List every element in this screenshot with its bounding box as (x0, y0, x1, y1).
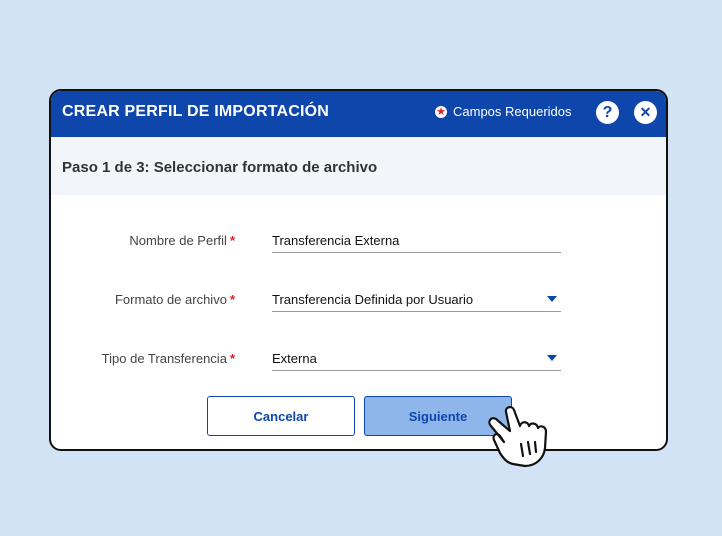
file-format-row: Formato de archivo * Transferencia Defini… (51, 288, 666, 318)
import-profile-dialog: CREAR PERFIL DE IMPORTACIÓN ★ Campos Req… (49, 89, 668, 451)
profile-name-input[interactable]: Transferencia Externa (272, 229, 561, 253)
profile-name-label: Nombre de Perfil * (129, 233, 235, 248)
file-format-select[interactable]: Transferencia Definida por Usuario (272, 288, 561, 312)
dropdown-caret-icon[interactable] (547, 355, 557, 361)
profile-name-row: Nombre de Perfil * Transferencia Externa (51, 229, 666, 259)
required-star-icon: * (229, 292, 235, 307)
file-format-label: Formato de archivo * (114, 292, 235, 307)
transfer-type-value: Externa (272, 351, 317, 366)
cancel-button[interactable]: Cancelar (207, 396, 355, 436)
required-fields-label: Campos Requeridos (453, 104, 572, 119)
step-header: Paso 1 de 3: Seleccionar formato de arch… (51, 137, 666, 195)
transfer-type-label: Tipo de Transferencia * (101, 351, 235, 366)
transfer-type-row: Tipo de Transferencia * Externa (51, 347, 666, 377)
dialog-title: CREAR PERFIL DE IMPORTACIÓN (62, 103, 330, 120)
required-fields-note: ★ Campos Requeridos (435, 104, 572, 119)
step-label: Paso 1 de 3: Seleccionar formato de arch… (62, 159, 378, 176)
dropdown-caret-icon[interactable] (547, 296, 557, 302)
file-format-value: Transferencia Definida por Usuario (272, 292, 474, 307)
required-star-icon: * (229, 233, 235, 248)
required-star-icon: * (229, 351, 235, 366)
help-icon[interactable]: ? (596, 101, 619, 124)
dialog-titlebar: CREAR PERFIL DE IMPORTACIÓN ★ Campos Req… (51, 91, 666, 137)
required-star-icon: ★ (435, 105, 447, 118)
transfer-type-select[interactable]: Externa (272, 347, 561, 371)
close-icon[interactable]: ✕ (634, 101, 657, 124)
hand-pointer-icon (488, 406, 548, 468)
